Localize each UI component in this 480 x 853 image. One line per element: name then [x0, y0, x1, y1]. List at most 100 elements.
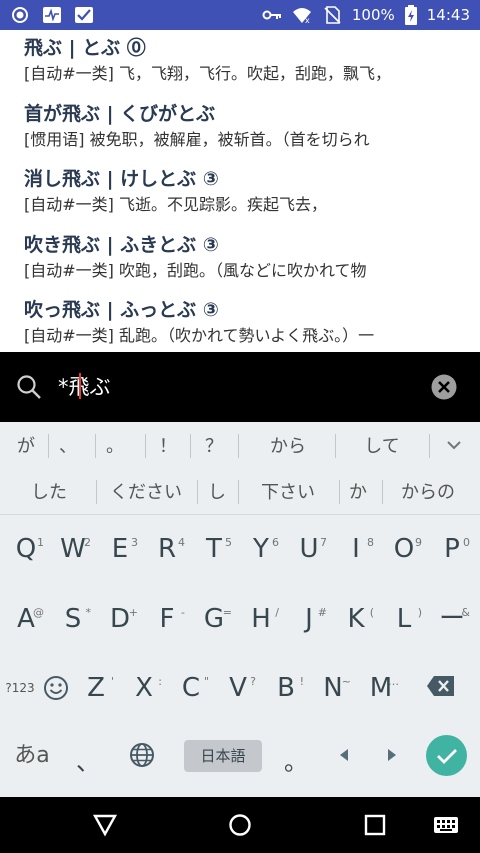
key[interactable]: O9 — [384, 529, 424, 569]
suggestion[interactable]: して — [342, 432, 422, 458]
search-query: 飛ぶ — [68, 375, 111, 399]
home-icon[interactable] — [227, 813, 253, 837]
key[interactable]: E3 — [100, 529, 140, 569]
activity-icon — [42, 6, 62, 24]
divider — [238, 480, 239, 504]
clear-icon[interactable] — [431, 374, 457, 400]
suggestion[interactable]: から — [248, 432, 328, 458]
arrow-left-icon[interactable] — [336, 746, 352, 764]
suggestion-row: が 、 。 ！ ？ から して — [0, 422, 480, 468]
entry-definition: [自动#一类] 飞，飞翔，飞行。吹起，刮跑，飘飞， — [24, 64, 391, 83]
key[interactable]: X: — [124, 668, 164, 708]
key[interactable]: F- — [147, 599, 187, 639]
language-key[interactable]: あa — [10, 738, 54, 774]
navigation-bar — [0, 797, 480, 853]
key[interactable]: ー & — [432, 599, 472, 639]
key[interactable]: R4 — [147, 529, 187, 569]
suggestion[interactable]: 。 — [101, 432, 129, 458]
wifi-icon: x — [292, 6, 312, 24]
key[interactable]: P0 — [432, 529, 472, 569]
key[interactable]: I8 — [336, 529, 376, 569]
key[interactable]: Y6 — [241, 529, 281, 569]
key[interactable]: H / — [241, 599, 281, 639]
suggestion[interactable]: ？ — [199, 432, 229, 458]
period-key[interactable]: 。 — [278, 744, 314, 780]
enter-key[interactable] — [426, 735, 467, 776]
key[interactable]: B! — [266, 668, 306, 708]
list-item[interactable]: 飛ぶ | とぶ ⓪ [自动#一类] 飞，飞翔，飞行。吹起，刮跑，飘飞， — [24, 36, 464, 85]
key[interactable]: W2 — [53, 529, 93, 569]
divider — [48, 434, 49, 458]
entry-definition: [自动#一类] 飞逝。不见踪影。疾起飞去， — [24, 195, 327, 214]
key[interactable]: Q1 — [6, 529, 46, 569]
divider — [335, 434, 336, 458]
key[interactable]: G = — [194, 599, 234, 639]
key[interactable]: C " — [171, 668, 211, 708]
entry-title: 消し飛ぶ | けしとぶ ③ — [24, 168, 219, 190]
key[interactable]: S * — [53, 599, 93, 639]
key[interactable]: D + — [100, 599, 140, 639]
suggestion[interactable]: した — [10, 478, 88, 504]
no-sim-icon — [322, 6, 342, 24]
list-item[interactable]: 吹き飛ぶ | ふきとぶ ③ [自动#一类] 吹跑，刮跑。（風などに吹かれて物 — [24, 233, 464, 282]
suggestion[interactable]: からの — [388, 478, 468, 504]
entry-title: 飛ぶ | とぶ ⓪ — [24, 37, 146, 59]
search-bar: *飛ぶ — [0, 352, 480, 422]
backspace-icon[interactable] — [426, 675, 456, 697]
key[interactable]: N ~ — [313, 668, 353, 708]
key[interactable]: M… — [361, 668, 401, 708]
divider — [145, 434, 146, 458]
arrow-right-icon[interactable] — [384, 746, 400, 764]
entry-definition: [自动#一类] 乱跑。（吹かれて勢いよく飛ぶ。）一 — [24, 326, 375, 345]
keyboard-icon[interactable] — [432, 813, 460, 837]
inbox-icon — [74, 6, 94, 24]
list-item[interactable]: 吹っ飛ぶ | ふっとぶ ③ [自动#一类] 乱跑。（吹かれて勢いよく飛ぶ。）一 — [24, 298, 464, 347]
suggestion[interactable]: 、 — [54, 432, 82, 458]
svg-text:x: x — [305, 16, 310, 24]
divider — [339, 480, 340, 504]
emoji-icon[interactable] — [42, 674, 70, 702]
list-item[interactable]: 首が飛ぶ | くびがとぶ [惯用语] 被免职，被解雇，被斩首。（首を切られ — [24, 102, 464, 151]
suggestion[interactable]: ください — [101, 478, 191, 504]
results-list: 飛ぶ | とぶ ⓪ [自动#一类] 飞，飞翔，飞行。吹起，刮跑，飘飞， 首が飛ぶ… — [0, 30, 480, 352]
suggestion[interactable]: し — [203, 478, 231, 504]
back-icon[interactable] — [92, 813, 118, 837]
divider — [95, 434, 96, 458]
divider — [190, 434, 191, 458]
recents-icon[interactable] — [362, 813, 388, 837]
entry-title: 吹き飛ぶ | ふきとぶ ③ — [24, 234, 219, 256]
check-icon — [436, 747, 458, 765]
keyboard: が 、 。 ！ ？ から して した ください し 下さい か からの Q 1 … — [0, 422, 480, 797]
globe-icon[interactable] — [129, 742, 155, 768]
key-icon — [262, 6, 282, 24]
search-prefix: * — [58, 375, 69, 399]
suggestion[interactable]: 下さい — [245, 478, 331, 504]
key[interactable]: Z ' — [76, 668, 116, 708]
key[interactable]: A @ — [6, 599, 46, 639]
key[interactable]: J # — [289, 599, 329, 639]
divider — [382, 480, 383, 504]
key[interactable]: T5 — [194, 529, 234, 569]
symbols-key[interactable]: ?123 — [3, 668, 37, 708]
suggestion[interactable]: ！ — [154, 432, 182, 458]
radio-icon — [10, 6, 30, 24]
key[interactable]: U7 — [289, 529, 329, 569]
suggestion-row: した ください し 下さい か からの — [0, 468, 480, 514]
suggestion[interactable]: か — [344, 478, 372, 504]
suggestion[interactable]: が — [12, 432, 40, 458]
key[interactable]: L) — [384, 599, 424, 639]
divider — [197, 480, 198, 504]
key[interactable]: V? — [218, 668, 258, 708]
search-icon[interactable] — [16, 374, 42, 400]
entry-definition: [自动#一类] 吹跑，刮跑。（風などに吹かれて物 — [24, 261, 367, 280]
key[interactable]: K( — [336, 599, 376, 639]
divider — [429, 434, 430, 458]
search-input[interactable]: *飛ぶ — [58, 370, 418, 404]
comma-key[interactable]: 、 — [70, 744, 106, 780]
chevron-down-icon[interactable] — [443, 434, 465, 456]
entry-title: 首が飛ぶ | くびがとぶ — [24, 103, 216, 125]
divider — [0, 514, 480, 515]
app-screen: x 100% 14:43 飛ぶ | とぶ ⓪ [自动#一类] 飞，飞翔，飞行。吹… — [0, 0, 480, 853]
list-item[interactable]: 消し飛ぶ | けしとぶ ③ [自动#一类] 飞逝。不见踪影。疾起飞去， — [24, 167, 464, 216]
space-key[interactable]: 日本語 — [184, 740, 262, 772]
